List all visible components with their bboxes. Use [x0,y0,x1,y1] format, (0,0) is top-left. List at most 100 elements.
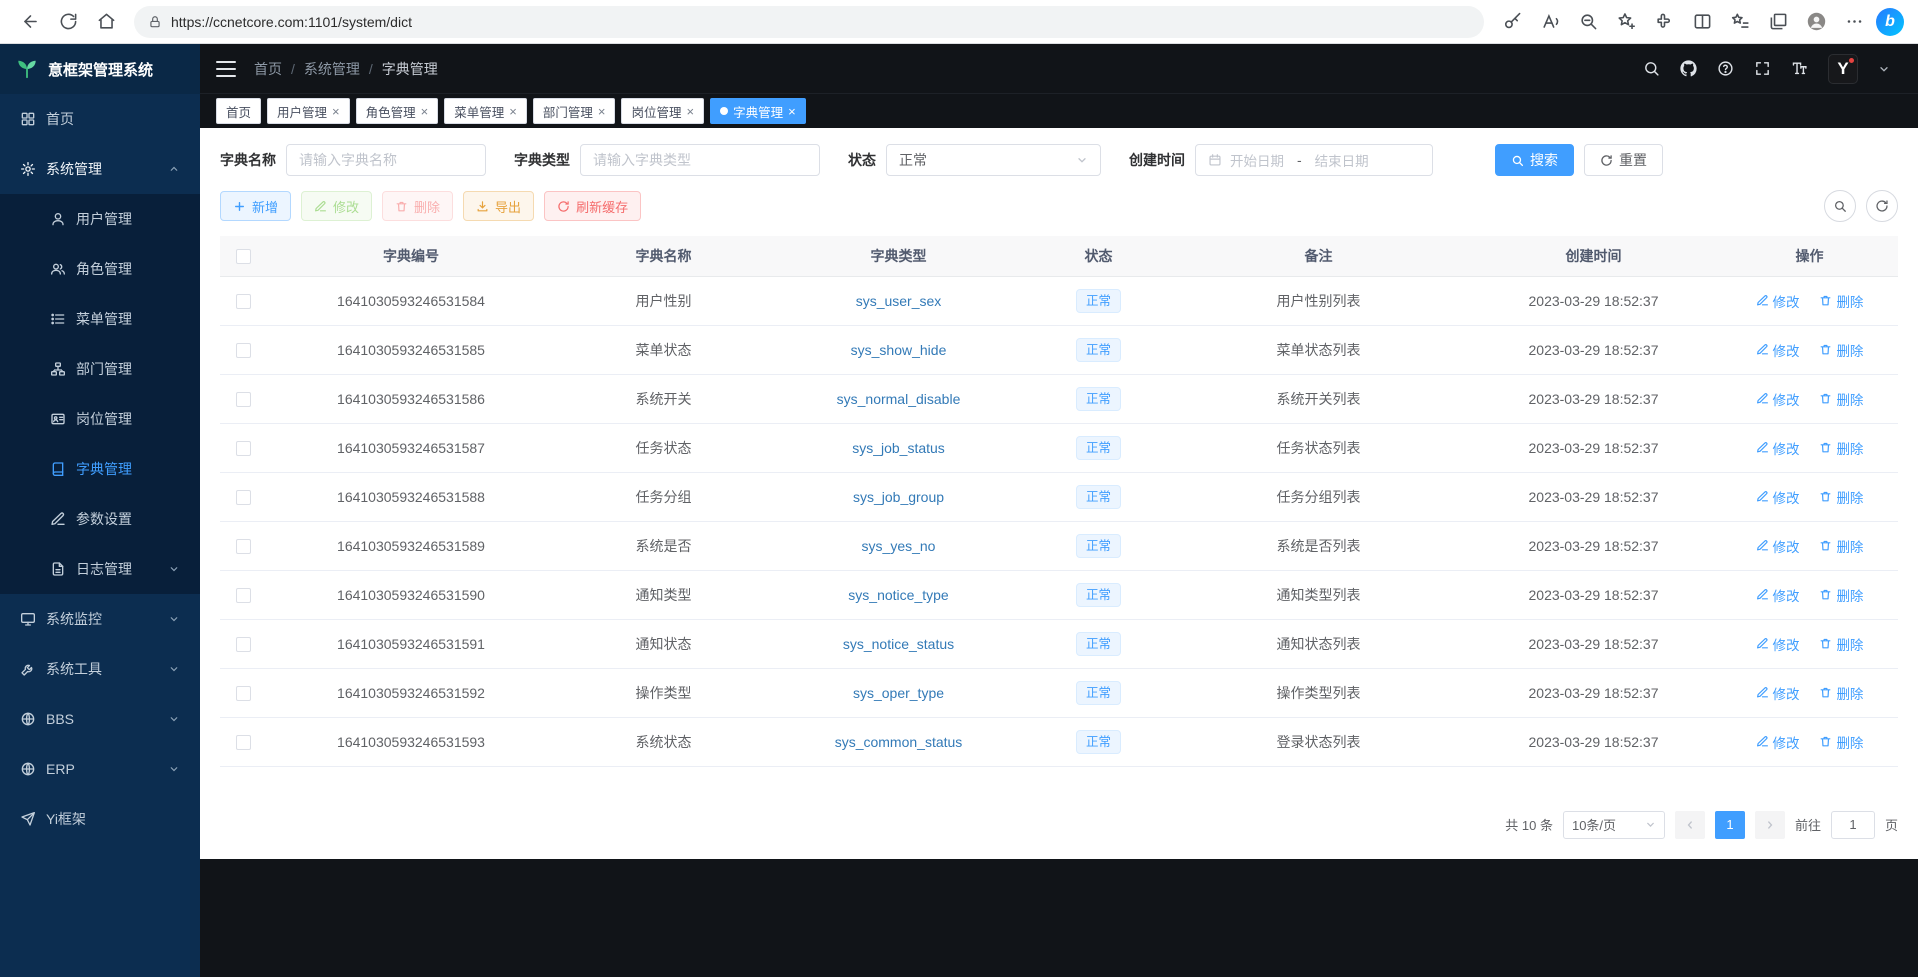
sidebar-item-yi-framework[interactable]: Yi框架 [0,794,200,844]
row-checkbox[interactable] [236,343,251,358]
app-logo[interactable]: 意框架管理系统 [0,44,200,94]
sidebar-item-dept-management[interactable]: 部门管理 [0,344,200,394]
avatar-caret-down-icon[interactable] [1878,63,1890,75]
sidebar-item-menu-management[interactable]: 菜单管理 [0,294,200,344]
row-edit-link[interactable]: 修改 [1756,487,1800,507]
collections-icon[interactable] [1762,6,1794,38]
favorites-bar-icon[interactable] [1724,6,1756,38]
refresh-table-icon[interactable] [1866,190,1898,222]
password-key-icon[interactable] [1496,6,1528,38]
sidebar-item-home[interactable]: 首页 [0,94,200,144]
row-delete-link[interactable]: 删除 [1819,438,1863,458]
row-delete-link[interactable]: 删除 [1819,291,1863,311]
close-icon[interactable]: × [509,105,517,118]
tag-menu-management[interactable]: 菜单管理× [444,98,527,124]
breadcrumb-item-system[interactable]: 系统管理 [304,59,360,79]
page-number-button[interactable]: 1 [1715,811,1745,839]
refresh-cache-button[interactable]: 刷新缓存 [544,191,641,221]
row-delete-link[interactable]: 删除 [1819,732,1863,752]
close-icon[interactable]: × [788,105,796,118]
toggle-search-icon[interactable] [1824,190,1856,222]
dict-type-link[interactable]: sys_show_hide [851,342,947,358]
row-edit-link[interactable]: 修改 [1756,536,1800,556]
row-delete-link[interactable]: 删除 [1819,585,1863,605]
row-edit-link[interactable]: 修改 [1756,340,1800,360]
add-button[interactable]: 新增 [220,191,291,221]
dict-type-link[interactable]: sys_common_status [835,734,963,750]
row-edit-link[interactable]: 修改 [1756,389,1800,409]
row-edit-link[interactable]: 修改 [1756,732,1800,752]
fullscreen-icon[interactable] [1754,60,1771,77]
row-edit-link[interactable]: 修改 [1756,683,1800,703]
search-button[interactable]: 搜索 [1495,144,1574,176]
date-range-picker[interactable]: 开始日期 - 结束日期 [1195,144,1433,176]
extensions-icon[interactable] [1648,6,1680,38]
row-edit-link[interactable]: 修改 [1756,634,1800,654]
row-delete-link[interactable]: 删除 [1819,634,1863,654]
tag-dept-management[interactable]: 部门管理× [533,98,616,124]
hamburger-icon[interactable] [216,61,236,77]
row-edit-link[interactable]: 修改 [1756,291,1800,311]
back-icon[interactable] [14,6,46,38]
select-all-checkbox[interactable] [236,249,251,264]
dict-type-link[interactable]: sys_yes_no [862,538,936,554]
sidebar-item-param-settings[interactable]: 参数设置 [0,494,200,544]
dict-name-input[interactable] [286,144,486,176]
sidebar-item-bbs[interactable]: BBS [0,694,200,744]
row-checkbox[interactable] [236,441,251,456]
dict-type-link[interactable]: sys_user_sex [856,293,942,309]
tag-post-management[interactable]: 岗位管理× [621,98,704,124]
sidebar-item-system-tools[interactable]: 系统工具 [0,644,200,694]
prev-page-button[interactable] [1675,811,1705,839]
favorites-add-icon[interactable] [1610,6,1642,38]
row-checkbox[interactable] [236,588,251,603]
sidebar-item-system-management[interactable]: 系统管理 [0,144,200,194]
profile-avatar[interactable] [1800,6,1832,38]
url-text[interactable]: https://ccnetcore.com:1101/system/dict [171,14,412,30]
refresh-icon[interactable] [52,6,84,38]
address-bar[interactable]: https://ccnetcore.com:1101/system/dict [134,6,1484,38]
dict-type-link[interactable]: sys_notice_status [843,636,954,652]
row-checkbox[interactable] [236,735,251,750]
dict-type-link[interactable]: sys_notice_type [848,587,948,603]
read-aloud-icon[interactable] [1534,6,1566,38]
page-size-select[interactable]: 10条/页 [1563,811,1665,839]
row-delete-link[interactable]: 删除 [1819,340,1863,360]
row-checkbox[interactable] [236,392,251,407]
tag-home[interactable]: 首页 [216,98,261,124]
edit-button[interactable]: 修改 [301,191,372,221]
row-delete-link[interactable]: 删除 [1819,389,1863,409]
sidebar-item-post-management[interactable]: 岗位管理 [0,394,200,444]
zoom-icon[interactable] [1572,6,1604,38]
row-checkbox[interactable] [236,294,251,309]
row-checkbox[interactable] [236,490,251,505]
status-select[interactable]: 正常 [886,144,1101,176]
row-checkbox[interactable] [236,637,251,652]
dict-type-link[interactable]: sys_job_status [852,440,945,456]
split-screen-icon[interactable] [1686,6,1718,38]
goto-page-input[interactable] [1831,811,1875,839]
tag-role-management[interactable]: 角色管理× [356,98,439,124]
delete-button[interactable]: 删除 [382,191,453,221]
sidebar-item-log-management[interactable]: 日志管理 [0,544,200,594]
copilot-icon[interactable]: b [1876,8,1904,36]
end-date-placeholder[interactable]: 结束日期 [1315,150,1369,170]
row-edit-link[interactable]: 修改 [1756,438,1800,458]
row-edit-link[interactable]: 修改 [1756,585,1800,605]
close-icon[interactable]: × [686,105,694,118]
row-delete-link[interactable]: 删除 [1819,683,1863,703]
dict-type-link[interactable]: sys_oper_type [853,685,944,701]
home-icon[interactable] [90,6,122,38]
reset-button[interactable]: 重置 [1584,144,1663,176]
tag-dict-management[interactable]: 字典管理× [710,98,806,124]
search-icon[interactable] [1643,60,1660,77]
help-icon[interactable] [1717,60,1734,77]
sidebar-item-role-management[interactable]: 角色管理 [0,244,200,294]
row-checkbox[interactable] [236,539,251,554]
breadcrumb-item-home[interactable]: 首页 [254,59,282,79]
sidebar-item-dict-management[interactable]: 字典管理 [0,444,200,494]
row-delete-link[interactable]: 删除 [1819,487,1863,507]
sidebar-item-erp[interactable]: ERP [0,744,200,794]
sidebar-item-system-monitor[interactable]: 系统监控 [0,594,200,644]
sidebar-item-user-management[interactable]: 用户管理 [0,194,200,244]
